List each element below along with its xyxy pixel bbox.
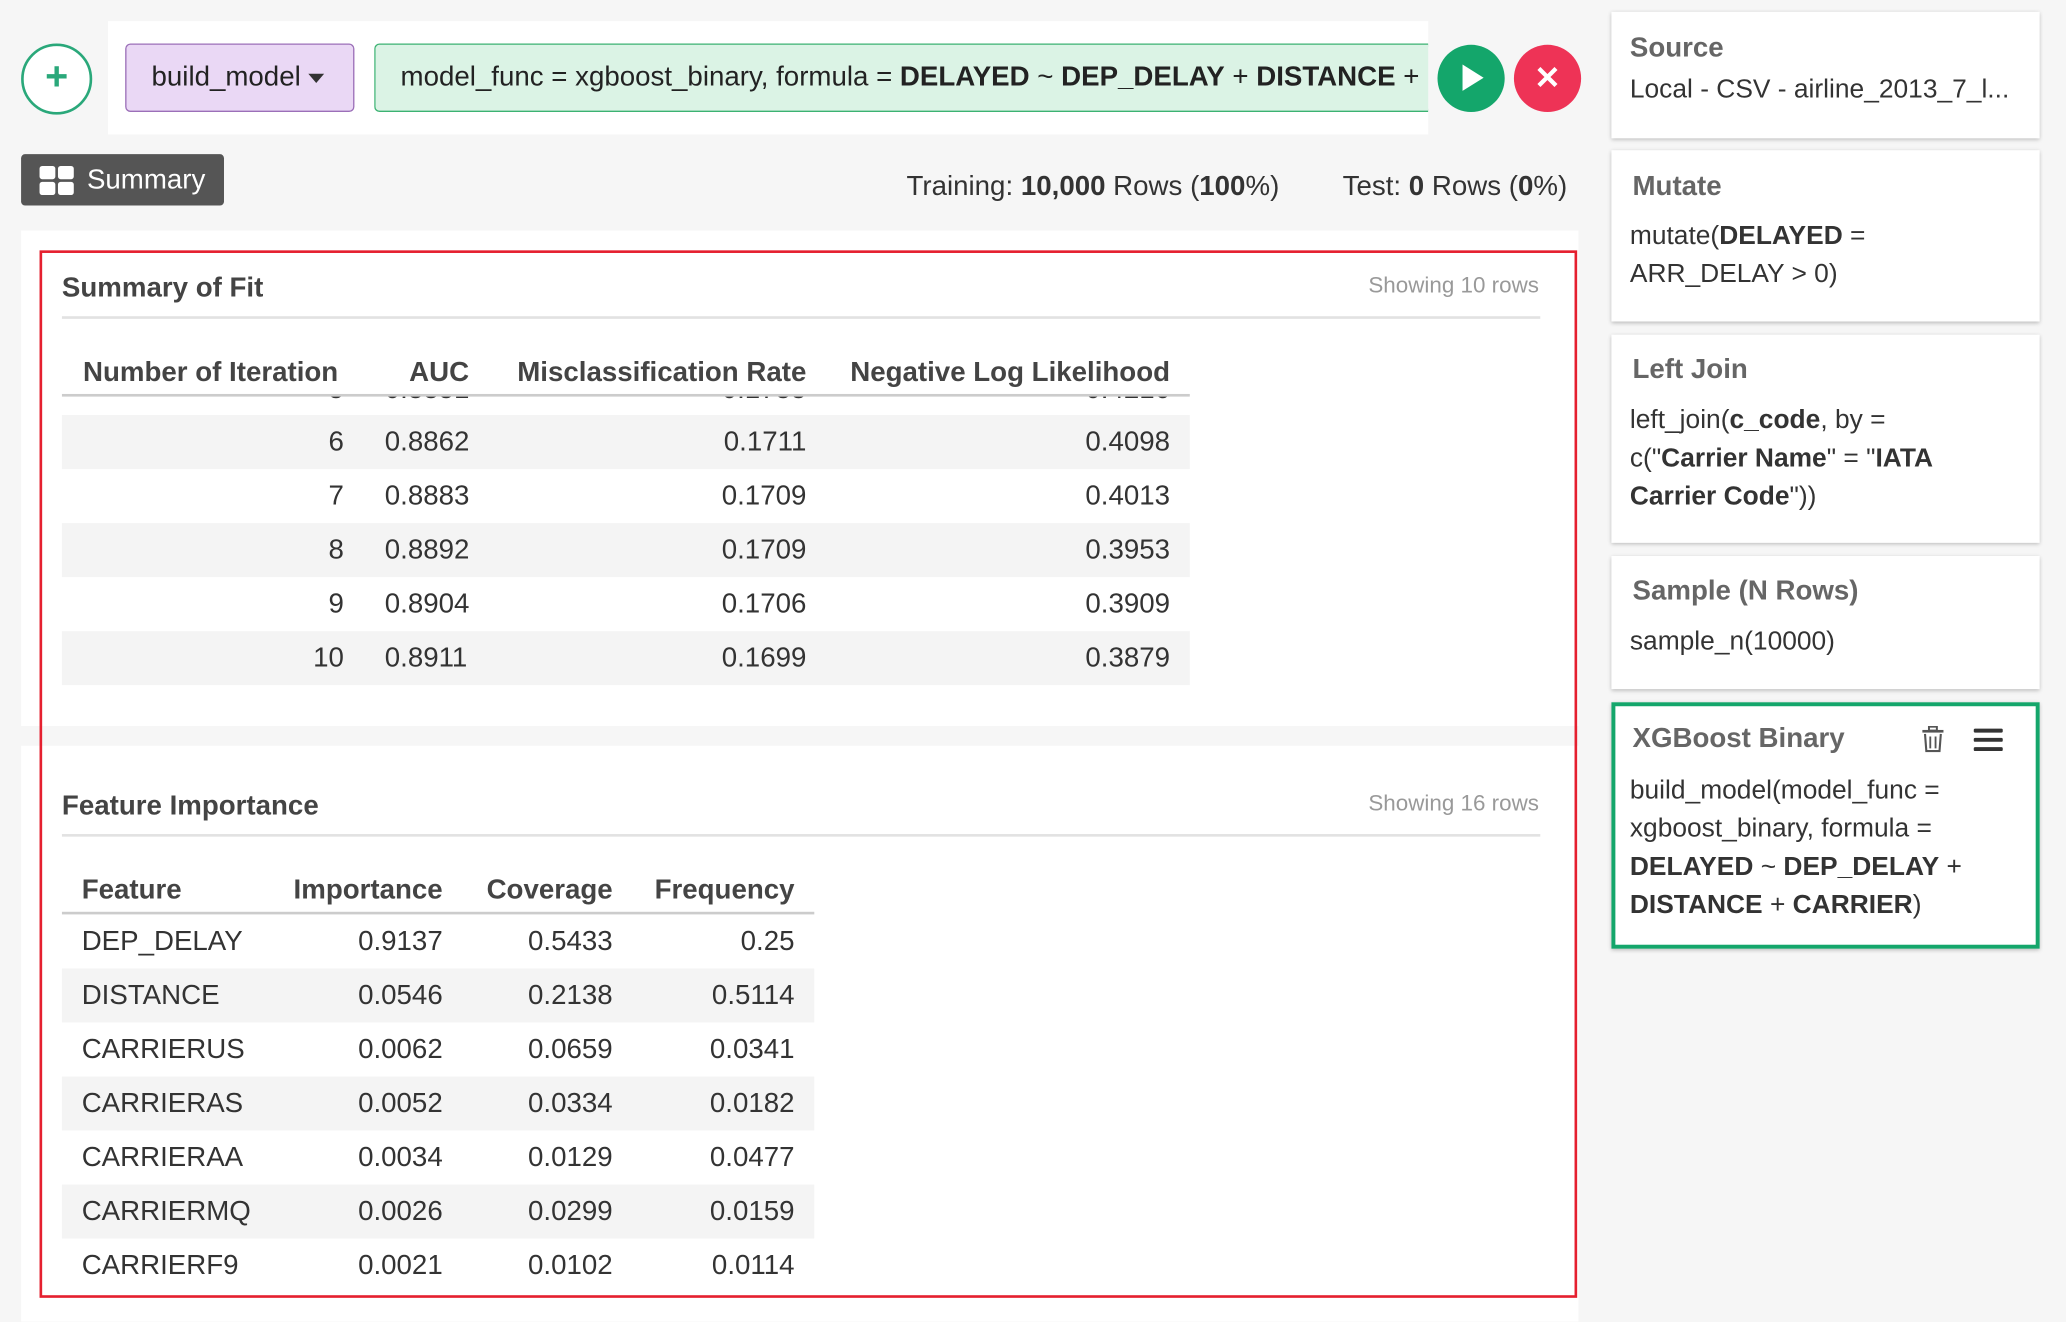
menu-icon[interactable]: [1973, 728, 2003, 753]
args-text: +: [1224, 61, 1257, 93]
summary-view-label: Summary: [86, 164, 206, 196]
step-card-mutate[interactable]: Mutate mutate(DELAYED = ARR_DELAY > 0): [1611, 150, 2040, 322]
step-title: Sample (N Rows): [1632, 575, 1859, 607]
app-root: + build_model model_func = xgboost_binar…: [0, 0, 2066, 1322]
caret-down-icon: [308, 73, 325, 83]
add-step-button[interactable]: +: [21, 43, 93, 115]
step-card-xgboost-binary[interactable]: XGBoost Binary build_model(model_func = …: [1611, 702, 2040, 949]
args-text: model_func = xgboost_binary, formula =: [400, 61, 900, 93]
command-select[interactable]: build_model: [125, 43, 355, 112]
test-stats: Test: 0 Rows (0%): [1342, 171, 1568, 202]
step-title: Source: [1629, 32, 1724, 64]
step-card-source[interactable]: Source Local - CSV - airline_2013_7_l...: [1611, 11, 2040, 139]
run-button[interactable]: [1437, 44, 1505, 112]
training-stats: Training: 10,000 Rows (100%): [906, 171, 1280, 202]
trash-icon[interactable]: [1921, 725, 1945, 753]
highlight-box: [39, 250, 1578, 1298]
step-card-left-join[interactable]: Left Join left_join(c_code, by = c("Carr…: [1611, 334, 2040, 543]
step-body: mutate(DELAYED = ARR_DELAY > 0): [1629, 221, 1866, 289]
step-body: Local - CSV - airline_2013_7_l...: [1629, 75, 2010, 105]
command-args-input[interactable]: model_func = xgboost_binary, formula = D…: [374, 43, 1429, 112]
summary-view-button[interactable]: Summary: [21, 154, 224, 206]
args-text: +: [1395, 61, 1420, 93]
step-title: Left Join: [1632, 354, 1748, 385]
args-bold: DELAYED: [899, 61, 1030, 93]
args-bold: DEP_DELAY: [1061, 61, 1225, 93]
play-icon: [1462, 64, 1484, 91]
args-text: ~: [1029, 61, 1062, 93]
command-select-label: build_model: [151, 61, 301, 93]
step-body: left_join(c_code, by = c("Carrier Name" …: [1629, 405, 1933, 512]
step-card-sample[interactable]: Sample (N Rows) sample_n(10000): [1611, 556, 2040, 690]
grid-icon: [39, 166, 74, 196]
step-body: sample_n(10000): [1629, 627, 1835, 657]
args-bold: DISTANCE: [1256, 61, 1396, 93]
step-body: build_model(model_func = xgboost_binary,…: [1629, 776, 1962, 920]
step-title: XGBoost Binary: [1632, 723, 1845, 754]
cancel-button[interactable]: ✕: [1513, 44, 1582, 112]
step-title: Mutate: [1632, 171, 1722, 202]
